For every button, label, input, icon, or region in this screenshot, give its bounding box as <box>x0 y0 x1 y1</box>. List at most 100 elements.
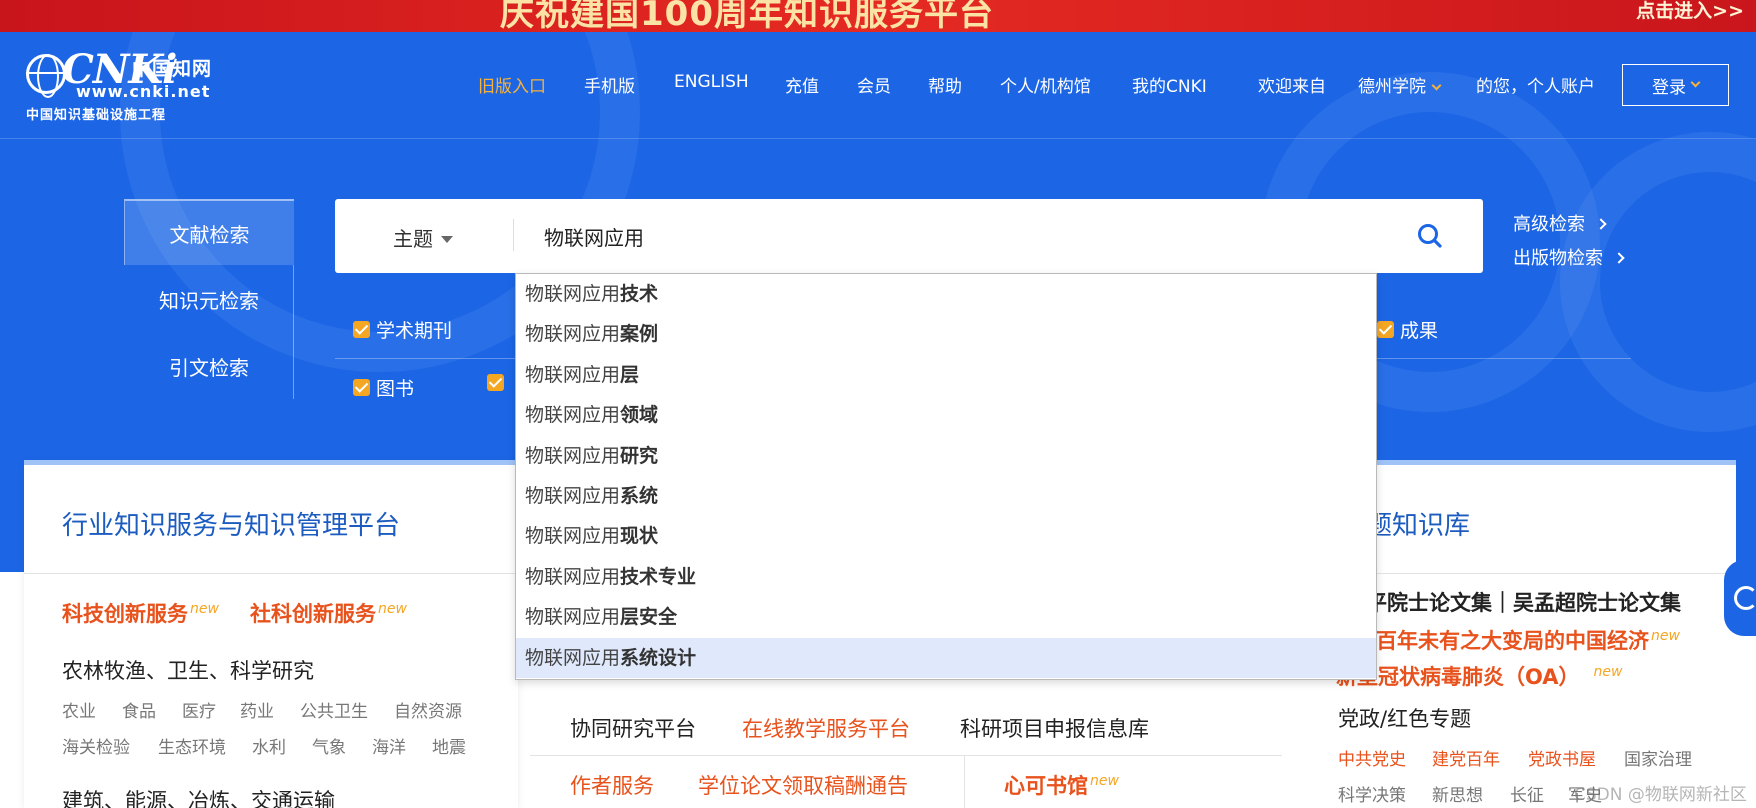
search-field-label: 主题 <box>393 227 433 251</box>
login-label: 登录 <box>1652 77 1686 98</box>
tag-link[interactable]: 建党百年 <box>1432 745 1500 770</box>
institution-selector[interactable]: 德州学院 <box>1358 72 1442 97</box>
search-input[interactable] <box>544 219 1384 253</box>
bookstore-link[interactable]: 心可书馆 new <box>1004 770 1119 800</box>
publication-search-link[interactable]: 出版物检索 <box>1513 244 1625 270</box>
suggestion-item[interactable]: 物联网应用系统 <box>516 476 1376 516</box>
nav-personal-org[interactable]: 个人/机构馆 <box>1000 72 1091 97</box>
cnki-logo[interactable]: CNKi 中国知网 www.cnki.net 中国知识基础设施工程 <box>26 46 236 123</box>
suggestion-item[interactable]: 物联网应用研究 <box>516 436 1376 476</box>
nav-help[interactable]: 帮助 <box>928 72 962 97</box>
chevron-down-icon <box>1431 80 1442 91</box>
checkbox-label: 成果 <box>1400 320 1439 342</box>
hero-decoration <box>1560 132 1756 432</box>
tab-literature-search[interactable]: 文献检索 <box>124 199 294 265</box>
tag-link[interactable]: 科学决策 <box>1338 781 1406 806</box>
panel-title: 行业知识服务与知识管理平台 <box>62 511 401 541</box>
tag-link[interactable]: 水利 <box>252 733 286 758</box>
online-teaching-link[interactable]: 在线教学服务平台 <box>742 713 910 743</box>
suggestion-prefix: 物联网应用 <box>525 283 621 305</box>
panel-divider <box>964 755 965 808</box>
advanced-search-link[interactable]: 高级检索 <box>1513 210 1607 236</box>
suggestion-item[interactable]: 物联网应用层安全 <box>516 597 1376 637</box>
suggestion-item[interactable]: 物联网应用案例 <box>516 314 1376 354</box>
panel-divider <box>24 573 518 574</box>
field-divider <box>513 219 514 251</box>
logo-url: www.cnki.net <box>76 82 211 101</box>
checkbox-journal[interactable]: 学术期刊 <box>353 316 452 343</box>
collab-research-link[interactable]: 协同研究平台 <box>570 713 696 743</box>
checkbox-label: 学术期刊 <box>376 320 453 342</box>
tag-link[interactable]: 长征 <box>1510 781 1544 806</box>
suggestion-suffix: 系统 <box>620 484 659 507</box>
tag-link[interactable]: 国家治理 <box>1624 745 1692 770</box>
hot-topic-link[interactable]: 新型冠状病毒肺炎（OA） new <box>1336 661 1622 691</box>
suggestion-prefix: 物联网应用 <box>525 646 621 669</box>
banner-enter-link[interactable]: 点击进入>> <box>1636 0 1744 23</box>
tag-link[interactable]: 生态环境 <box>158 733 226 758</box>
nav-old-version[interactable]: 旧版入口 <box>478 72 546 97</box>
suggestion-suffix: 系统设计 <box>620 646 697 669</box>
tag-link[interactable]: 党政书屋 <box>1528 745 1596 770</box>
header-divider <box>0 138 1756 139</box>
tech-innovation-link[interactable]: 科技创新服务 new <box>62 598 219 628</box>
hot-topic-link[interactable]: 百年未有之大变局的中国经济 new <box>1376 625 1680 655</box>
top-banner[interactable]: 庆祝建国100周年知识服务平台 点击进入>> <box>0 0 1756 32</box>
nav-member[interactable]: 会员 <box>857 72 891 97</box>
checkbox-partial[interactable] <box>487 374 510 391</box>
new-badge: new <box>1593 664 1623 680</box>
checkbox-label: 图书 <box>376 378 415 400</box>
tag-link[interactable]: 海洋 <box>372 733 406 758</box>
tab-citation-search[interactable]: 引文检索 <box>124 333 294 399</box>
login-button[interactable]: 登录 <box>1622 64 1729 106</box>
publication-search-label: 出版物检索 <box>1513 248 1603 269</box>
nav-english[interactable]: ENGLISH <box>674 72 749 96</box>
academician-collection-link[interactable]: 平院士论文集｜吴孟超院士论文集 <box>1366 587 1681 617</box>
checkbox-achievement[interactable]: 成果 <box>1377 316 1438 343</box>
new-badge: new <box>1090 773 1119 789</box>
suggestion-item[interactable]: 物联网应用技术 <box>516 274 1376 314</box>
caret-down-icon <box>441 236 453 243</box>
suggestion-item[interactable]: 物联网应用层 <box>516 355 1376 395</box>
panel-title: 题知识库 <box>1366 511 1471 541</box>
chevron-right-icon <box>1595 218 1607 230</box>
thesis-royalty-link[interactable]: 学位论文领取稿酬通告 <box>698 770 908 800</box>
tag-link[interactable]: 中共党史 <box>1338 745 1406 770</box>
hot-topic-label: 百年未有之大变局的中国经济 <box>1376 629 1649 653</box>
new-badge: new <box>378 601 407 617</box>
suggestion-item[interactable]: 物联网应用技术专业 <box>516 557 1376 597</box>
tag-link[interactable]: 海关检验 <box>62 733 130 758</box>
nav-mobile[interactable]: 手机版 <box>584 72 635 97</box>
tag-link[interactable]: 农业 <box>62 697 96 722</box>
search-box: 主题 <box>335 199 1483 273</box>
institution-name: 德州学院 <box>1358 77 1426 97</box>
checkbox-book[interactable]: 图书 <box>353 374 414 401</box>
suggestion-suffix: 研究 <box>620 444 659 467</box>
tag-link[interactable]: 医疗 <box>182 697 216 722</box>
tag-link[interactable]: 药业 <box>240 697 274 722</box>
suggestion-item[interactable]: 物联网应用现状 <box>516 516 1376 556</box>
watermark: CSDN @物联网新社区 <box>1574 785 1747 805</box>
suggestion-prefix: 物联网应用 <box>525 323 621 346</box>
tag-link[interactable]: 新思想 <box>1432 781 1483 806</box>
author-service-link[interactable]: 作者服务 <box>570 770 654 800</box>
suggestion-item[interactable]: 物联网应用领域 <box>516 395 1376 435</box>
project-declaration-link[interactable]: 科研项目申报信息库 <box>960 713 1149 743</box>
floating-help-button[interactable] <box>1724 560 1756 636</box>
tag-link[interactable]: 气象 <box>312 733 346 758</box>
search-button[interactable] <box>1415 221 1445 251</box>
suggestion-prefix: 物联网应用 <box>525 525 621 548</box>
search-field-select[interactable]: 主题 <box>393 223 453 252</box>
tab-knowledge-search[interactable]: 知识元检索 <box>124 266 294 332</box>
tag-link[interactable]: 食品 <box>122 697 156 722</box>
tech-innovation-label: 科技创新服务 <box>62 602 188 626</box>
tag-link[interactable]: 自然资源 <box>394 697 462 722</box>
tag-link[interactable]: 公共卫生 <box>300 697 368 722</box>
nav-recharge[interactable]: 充值 <box>785 72 819 97</box>
suggestion-item-highlighted[interactable]: 物联网应用系统设计 <box>516 637 1376 678</box>
suggestion-suffix: 现状 <box>620 525 659 548</box>
social-innovation-link[interactable]: 社科创新服务 new <box>250 598 407 628</box>
greeting-label: 的您，个人账户 <box>1476 77 1595 97</box>
tag-link[interactable]: 地震 <box>432 733 466 758</box>
nav-my-cnki[interactable]: 我的CNKI <box>1132 72 1207 97</box>
